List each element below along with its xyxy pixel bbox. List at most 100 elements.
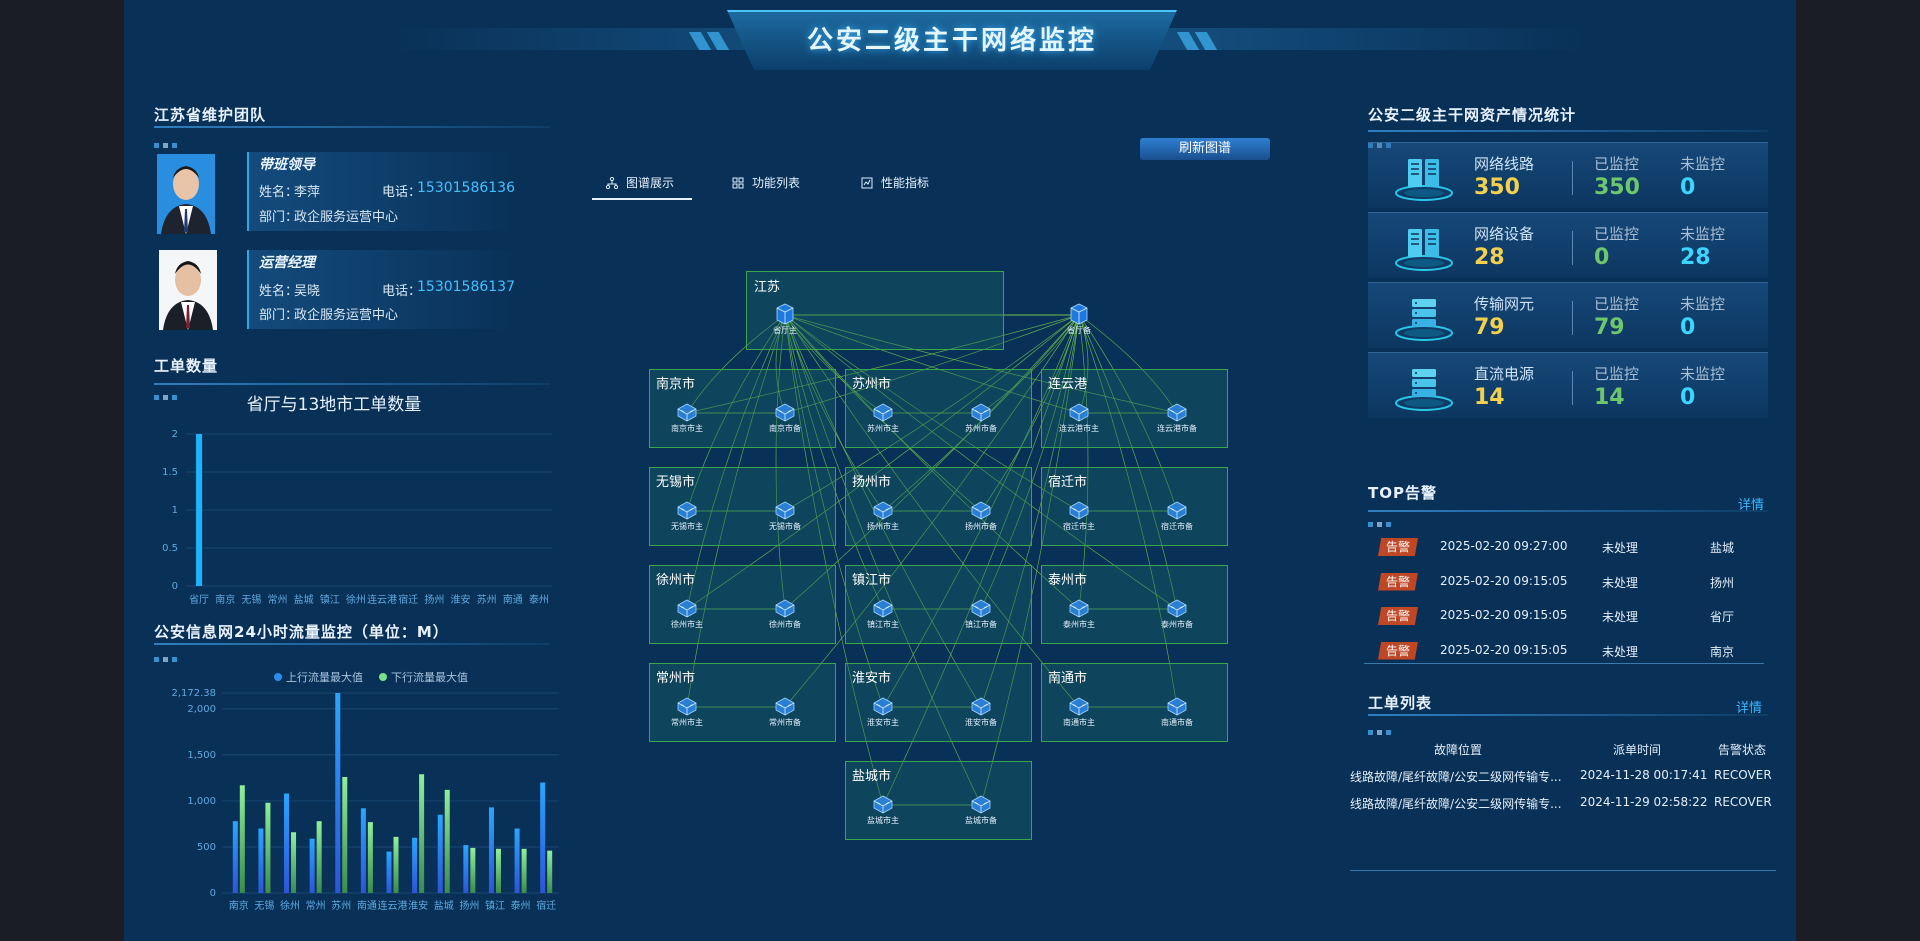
chart-bar-down — [239, 785, 245, 893]
x-tick-label: 苏州 — [331, 899, 351, 912]
network-node[interactable]: 扬州市备 — [959, 499, 1003, 532]
network-node[interactable]: 常州市备 — [763, 695, 807, 728]
traffic-chart: 0 500 1,000 1,500 2,000 2,172.38 南京 无锡 徐州 常州 苏州 南通连… — [171, 688, 559, 912]
member-dept: 政企服务运营中心 — [294, 210, 399, 225]
network-node[interactable]: 省厅备 — [1057, 303, 1101, 336]
tab-function-list[interactable]: 功能列表 — [732, 174, 800, 191]
x-tick-label: 泰州 — [511, 899, 531, 912]
network-node[interactable]: 南京市主 — [665, 401, 709, 434]
member-phone[interactable]: 15301586137 — [417, 279, 515, 295]
network-node[interactable]: 徐州市主 — [665, 597, 709, 630]
node-label: 淮安市主 — [867, 718, 899, 727]
chart-bar-up — [232, 821, 238, 893]
y-tick-label: 0.5 — [162, 543, 178, 554]
alarm-row[interactable]: 告警 2025-02-20 09:15:05 未处理 南京 — [1378, 641, 1768, 661]
network-node[interactable]: 连云港市主 — [1057, 401, 1101, 434]
chart-icon — [861, 177, 873, 188]
asset-row[interactable]: 网络线路 350 已监控 350 未监控 0 — [1368, 142, 1768, 208]
region-name: 无锡市 — [656, 475, 696, 490]
asset-row[interactable]: 网络设备 28 已监控 0 未监控 28 — [1368, 212, 1768, 278]
member-phone[interactable]: 15301586136 — [417, 180, 515, 196]
node-label: 徐州市主 — [671, 620, 703, 629]
node-label: 盐城市备 — [965, 816, 997, 825]
section-divider — [1368, 510, 1768, 512]
x-tick-label: 泰州 — [529, 593, 549, 606]
chart-bar-down — [342, 776, 348, 893]
network-node[interactable]: 淮安市备 — [959, 695, 1003, 728]
dept-label: 部门： — [259, 210, 299, 225]
avatar — [157, 154, 215, 234]
network-node[interactable]: 无锡市主 — [665, 499, 709, 532]
asset-total: 350 — [1474, 175, 1520, 200]
network-node[interactable]: 徐州市备 — [763, 597, 807, 630]
region-name: 江苏 — [754, 280, 781, 295]
network-node[interactable]: 宿迁市备 — [1155, 499, 1199, 532]
tab-performance[interactable]: 性能指标 — [861, 174, 929, 191]
chart-bar-down — [265, 802, 271, 893]
network-node[interactable]: 镇江市主 — [861, 597, 905, 630]
network-node[interactable]: 宿迁市主 — [1057, 499, 1101, 532]
monitored-label: 已监控 — [1594, 295, 1640, 313]
alarm-location: 扬州 — [1710, 575, 1735, 590]
x-tick-label: 南通 — [503, 593, 523, 606]
network-node[interactable]: 扬州市主 — [861, 499, 905, 532]
network-node[interactable]: 泰州市主 — [1057, 597, 1101, 630]
grid-icon — [732, 177, 744, 188]
network-node[interactable]: 南京市备 — [763, 401, 807, 434]
network-node[interactable]: 盐城市主 — [861, 793, 905, 826]
region-name: 徐州市 — [656, 573, 696, 588]
network-node[interactable]: 苏州市主 — [861, 401, 905, 434]
network-device-icon — [763, 303, 807, 325]
alarm-time: 2025-02-20 09:15:05 — [1440, 642, 1568, 657]
tab-topology[interactable]: 图谱展示 — [606, 174, 674, 191]
y-tick-label: 500 — [197, 842, 216, 853]
y-tick-label: 1,000 — [187, 796, 216, 807]
network-node[interactable]: 无锡市备 — [763, 499, 807, 532]
x-tick-label: 扬州 — [459, 899, 479, 912]
network-node[interactable]: 省厅主 — [763, 303, 807, 336]
network-node[interactable]: 连云港市备 — [1155, 401, 1199, 434]
node-label: 南通市主 — [1063, 718, 1095, 727]
network-node[interactable]: 南通市备 — [1155, 695, 1199, 728]
node-label: 淮安市备 — [965, 718, 997, 727]
workorder-count-chart: 0 0.5 1 1.5 2 省厅 南京 无锡 常州 盐城 镇江 徐州 连云港 宿迁 扬州 淮安 苏州 南通 泰州 — [162, 429, 552, 606]
asset-row[interactable]: 传输网元 79 已监控 79 未监控 0 — [1368, 282, 1768, 348]
chart-bar-up — [463, 845, 469, 893]
network-device-icon — [861, 695, 905, 717]
network-node[interactable]: 苏州市备 — [959, 401, 1003, 434]
node-label: 镇江市备 — [965, 620, 997, 629]
x-tick-label: 镇江 — [320, 593, 340, 606]
asset-row[interactable]: 直流电源 14 已监控 14 未监控 0 — [1368, 352, 1768, 418]
chart-bar-up — [284, 793, 290, 893]
network-device-icon — [1155, 597, 1199, 619]
table-row[interactable]: 线路故障/尾纤故障/公安二级网传输专... 2024-11-28 00:17:41… — [1350, 768, 1776, 788]
chart-bar-up — [258, 828, 264, 893]
region-name: 宿迁市 — [1048, 475, 1088, 490]
alarm-row[interactable]: 告警 2025-02-20 09:15:05 未处理 扬州 — [1378, 572, 1768, 592]
divider — [1364, 663, 1764, 664]
network-node[interactable]: 镇江市备 — [959, 597, 1003, 630]
alarm-status: 未处理 — [1602, 575, 1639, 590]
region-name: 南京市 — [656, 377, 696, 392]
alarm-row[interactable]: 告警 2025-02-20 09:27:00 未处理 盐城 — [1378, 537, 1768, 557]
y-tick-label: 2,172.38 — [171, 688, 216, 699]
chart-bar-down — [547, 850, 553, 893]
chart-bar-down — [444, 789, 450, 893]
network-node[interactable]: 盐城市备 — [959, 793, 1003, 826]
network-device-icon — [763, 401, 807, 423]
network-node[interactable]: 常州市主 — [665, 695, 709, 728]
network-device-icon — [763, 597, 807, 619]
refresh-topology-button[interactable]: 刷新图谱 — [1140, 138, 1270, 160]
unmonitored-count: 0 — [1680, 315, 1696, 340]
region-name: 常州市 — [656, 671, 696, 686]
network-device-icon — [959, 597, 1003, 619]
network-node[interactable]: 南通市主 — [1057, 695, 1101, 728]
alarm-badge: 告警 — [1378, 572, 1418, 591]
network-node[interactable]: 淮安市主 — [861, 695, 905, 728]
node-label: 宿迁市主 — [1063, 522, 1095, 531]
table-row[interactable]: 线路故障/尾纤故障/公安二级网传输专... 2024-11-29 02:58:22… — [1350, 795, 1776, 815]
alarm-row[interactable]: 告警 2025-02-20 09:15:05 未处理 省厅 — [1378, 606, 1768, 626]
network-device-icon — [861, 793, 905, 815]
network-node[interactable]: 泰州市备 — [1155, 597, 1199, 630]
active-tab-indicator — [592, 198, 692, 200]
